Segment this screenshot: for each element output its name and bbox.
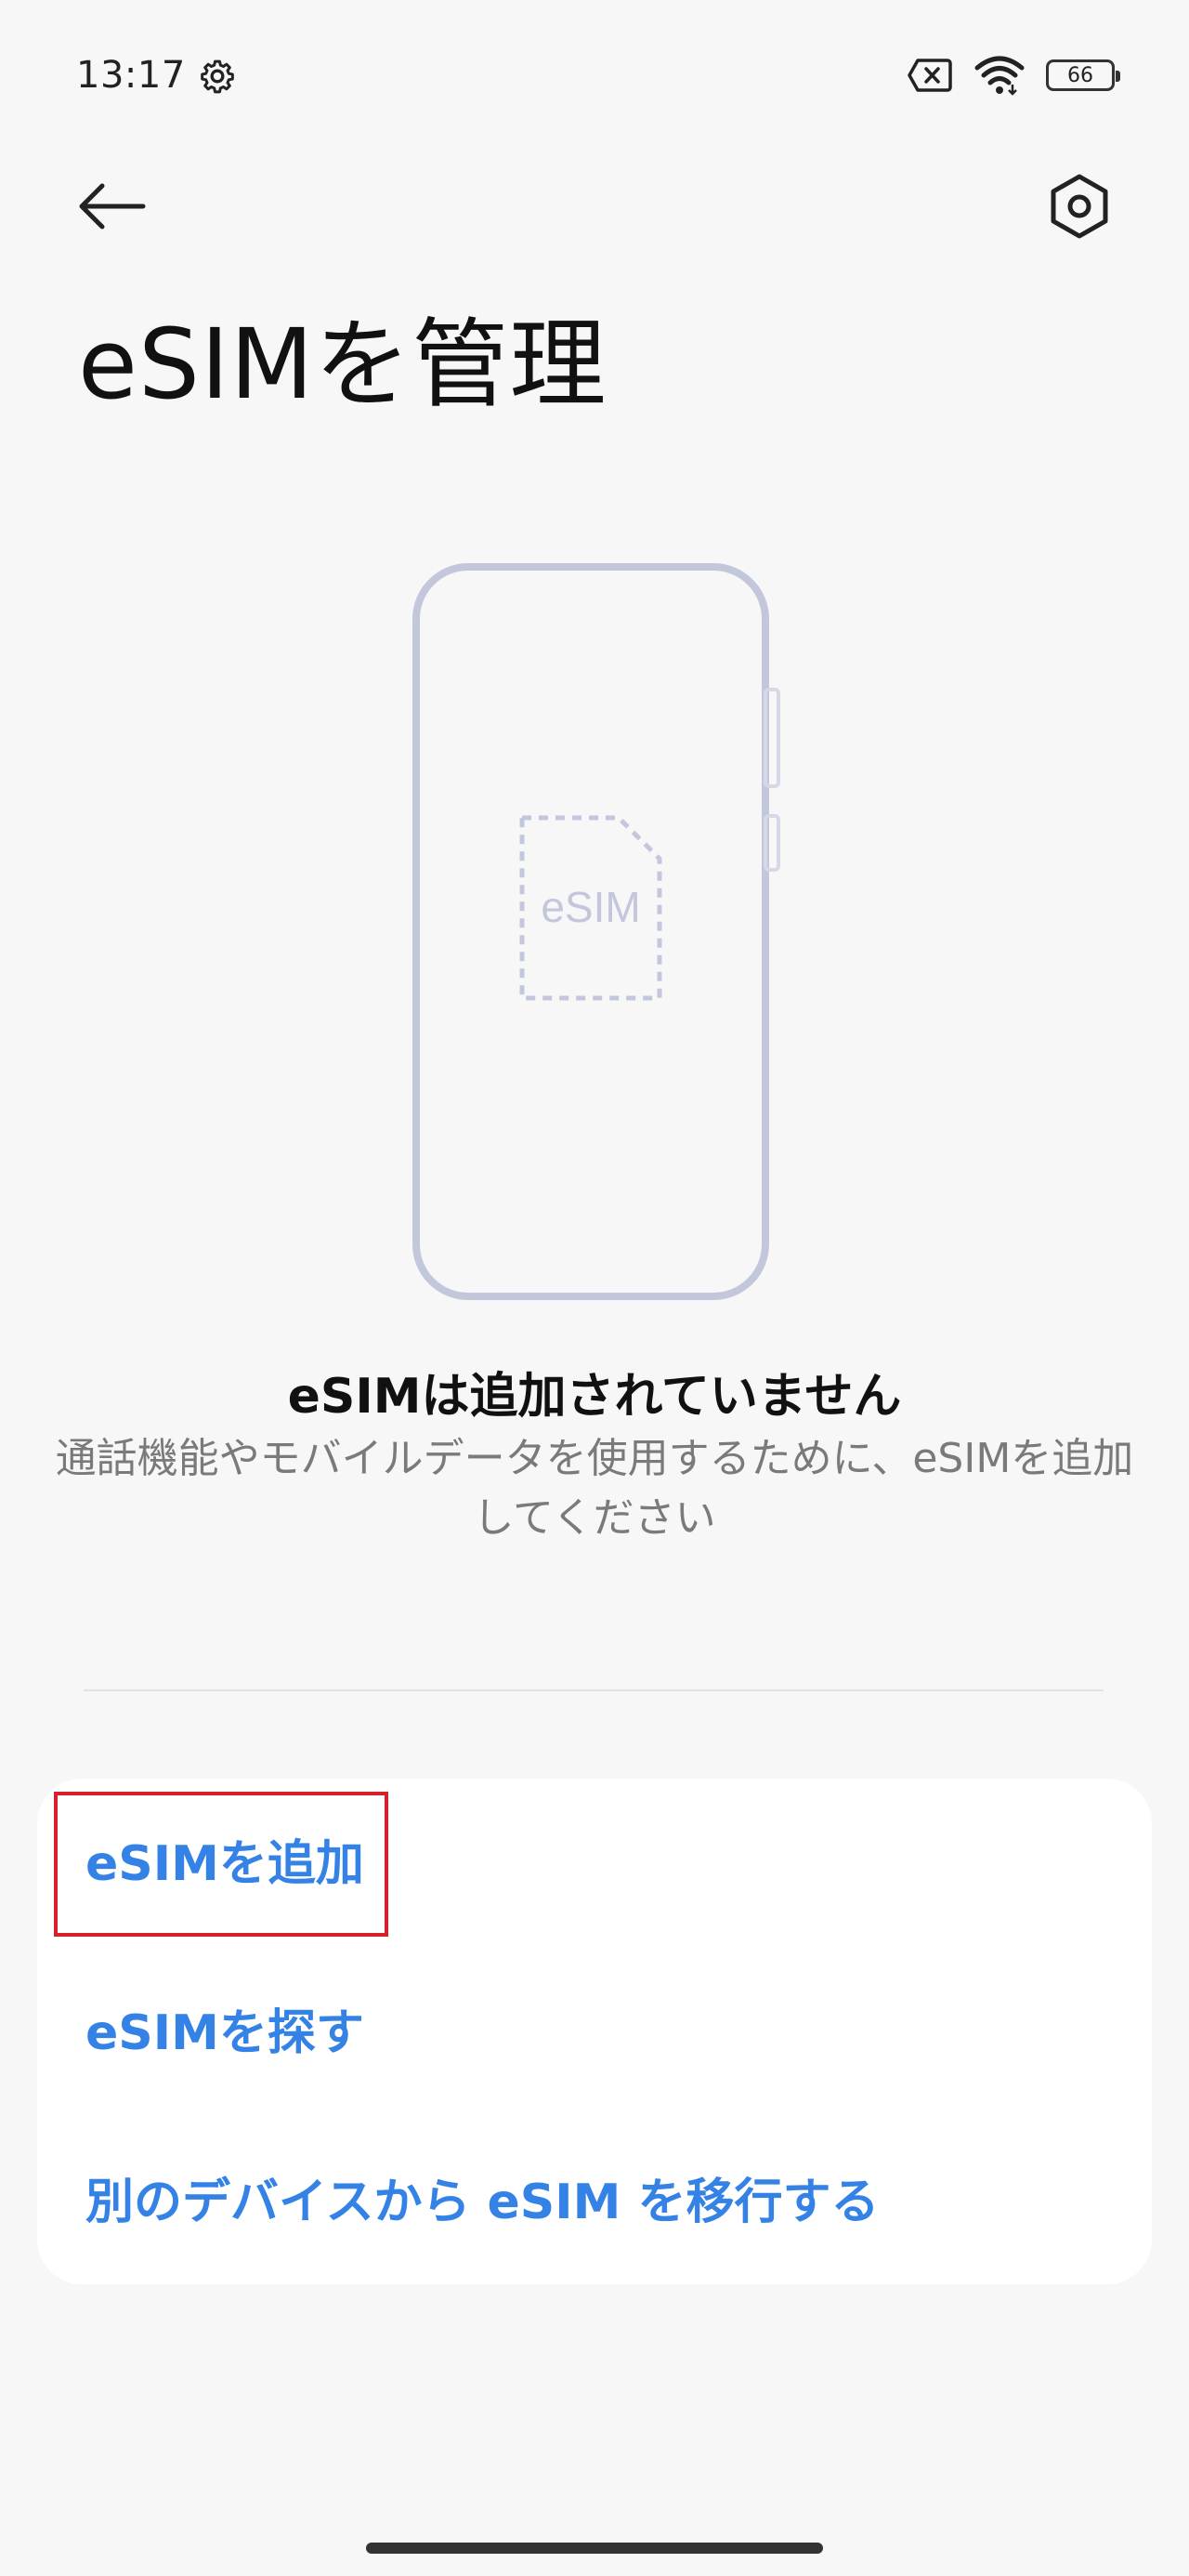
settings-button[interactable] <box>1042 169 1117 243</box>
page-title: eSIMを管理 <box>78 308 608 421</box>
sim-label: eSIM <box>541 883 640 931</box>
highlight-box <box>54 1792 388 1937</box>
divider <box>84 1689 1104 1691</box>
find-esim-button[interactable]: eSIMを探す <box>85 2009 364 2057</box>
phone-illustration: eSIM <box>412 563 780 1300</box>
back-button[interactable] <box>76 169 165 243</box>
transfer-esim-button[interactable]: 別のデバイスから eSIM を移行する <box>85 2178 879 2227</box>
no-sim-icon <box>908 59 952 92</box>
wifi-icon <box>974 56 1025 96</box>
home-indicator[interactable] <box>366 2543 823 2554</box>
status-time: 13:17 <box>76 54 186 97</box>
arrow-left-icon <box>79 183 146 230</box>
battery-level: 66 <box>1067 63 1093 87</box>
settings-gear-icon <box>201 59 234 94</box>
status-bar: 13:17 66 <box>0 0 1189 149</box>
battery-icon: 66 <box>1046 59 1120 91</box>
esim-manage-screen: 13:17 66 eSIMを管理 eSIM eSIMは追加されていません 通話機… <box>0 0 1189 2576</box>
settings-hexagon-icon <box>1051 174 1108 239</box>
status-icons: 66 <box>907 54 1120 97</box>
empty-state-title: eSIMは追加されていません <box>287 1369 902 1425</box>
empty-state-description: 通話機能やモバイルデータを使用するために、eSIMを追加してください <box>55 1435 1134 1542</box>
